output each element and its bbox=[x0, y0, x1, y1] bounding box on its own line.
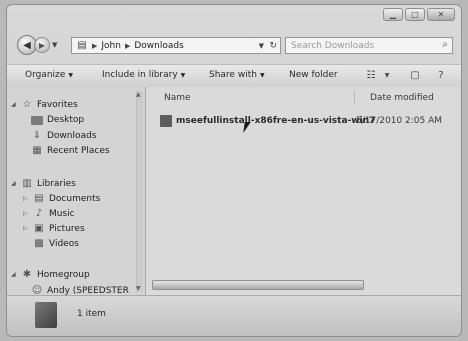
mouse-pointer-icon bbox=[243, 122, 251, 133]
nav-item-homegroup[interactable]: ◢ ✱ Homegroup bbox=[11, 269, 90, 280]
nav-label: Videos bbox=[49, 238, 79, 249]
nav-item-documents[interactable]: ▷ ▤ Documents bbox=[23, 193, 100, 204]
minimize-button[interactable]: ▁ bbox=[383, 8, 403, 21]
organize-button[interactable]: Organize ▼ bbox=[25, 70, 73, 80]
downloads-icon: ⇓ bbox=[32, 129, 42, 141]
share-with-button[interactable]: Share with ▼ bbox=[209, 70, 265, 80]
chevron-down-icon: ▼ bbox=[259, 72, 265, 79]
nav-label: Music bbox=[49, 208, 75, 219]
collapse-arrow-icon[interactable]: ◢ bbox=[11, 180, 17, 187]
breadcrumb-separator-icon[interactable]: ▶ bbox=[92, 42, 97, 50]
videos-icon: ▩ bbox=[34, 237, 44, 249]
nav-label: Recent Places bbox=[47, 145, 110, 156]
include-in-library-button[interactable]: Include in library ▼ bbox=[102, 70, 185, 80]
chevron-down-icon: ▼ bbox=[68, 72, 73, 79]
organize-label: Organize bbox=[25, 70, 66, 80]
nav-label: Documents bbox=[49, 193, 101, 204]
nav-label: Downloads bbox=[47, 130, 97, 141]
libraries-icon: ▥ bbox=[22, 177, 32, 189]
share-with-label: Share with bbox=[209, 70, 257, 80]
search-icon[interactable]: ⌕ bbox=[442, 39, 448, 50]
command-bar: Organize ▼ Include in library ▼ Share with… bbox=[7, 64, 461, 88]
details-pane: 1 item bbox=[7, 295, 461, 336]
recent-pages-dropdown-icon[interactable]: ▼ bbox=[52, 41, 57, 49]
nav-label: Homegroup bbox=[37, 269, 90, 280]
breadcrumb-separator-icon[interactable]: ▶ bbox=[125, 42, 130, 50]
folder-icon: ▤ bbox=[77, 39, 87, 51]
nav-item-music[interactable]: ▷ ♪ Music bbox=[23, 208, 75, 219]
search-placeholder: Search Downloads bbox=[291, 40, 375, 51]
address-row: ◀ ▶ ▼ ▤ ▶ John ▶ Downloads ▼ ↻ Search Do… bbox=[15, 35, 453, 57]
window-controls: ▁ □ ✕ bbox=[383, 8, 455, 21]
item-count: 1 item bbox=[77, 309, 106, 319]
refresh-icon[interactable]: ↻ bbox=[269, 41, 277, 51]
nav-item-desktop[interactable]: Desktop bbox=[31, 115, 84, 125]
music-icon: ♪ bbox=[35, 207, 43, 219]
star-icon: ☆ bbox=[22, 98, 32, 110]
close-button[interactable]: ✕ bbox=[427, 8, 455, 21]
pictures-icon: ▣ bbox=[34, 222, 44, 234]
explorer-window: ▁ □ ✕ ◀ ▶ ▼ ▤ ▶ John ▶ Downloads ▼ ↻ Sea… bbox=[6, 4, 462, 337]
nav-scrollbar[interactable]: ▲ ▼ bbox=[136, 91, 143, 292]
collapse-arrow-icon[interactable]: ◢ bbox=[11, 271, 17, 278]
expand-arrow-icon[interactable]: ▷ bbox=[23, 210, 29, 217]
documents-icon: ▤ bbox=[34, 192, 44, 204]
column-header-name[interactable]: Name bbox=[164, 93, 191, 103]
breadcrumb[interactable]: ▤ ▶ John ▶ Downloads ▼ ↻ bbox=[71, 37, 281, 54]
new-folder-label: New folder bbox=[289, 70, 338, 80]
file-thumbnail-icon bbox=[35, 302, 57, 328]
search-input[interactable]: Search Downloads ⌕ bbox=[285, 37, 453, 54]
new-folder-button[interactable]: New folder bbox=[289, 70, 338, 80]
scroll-up-icon[interactable]: ▲ bbox=[136, 91, 141, 98]
nav-item-pictures[interactable]: ▷ ▣ Pictures bbox=[23, 223, 85, 234]
navigation-pane: ◢ ☆ Favorites Desktop ⇓ Downloads ▦ Rece… bbox=[7, 87, 146, 296]
breadcrumb-item-john[interactable]: John bbox=[101, 41, 121, 51]
nav-label: Libraries bbox=[37, 178, 76, 189]
include-in-library-label: Include in library bbox=[102, 70, 178, 80]
file-name: mseefullinstall-x86fre-en-us-vista-win7 bbox=[176, 116, 376, 126]
file-list: Name Date modified mseefullinstall-x86fr… bbox=[146, 87, 461, 296]
nav-item-videos[interactable]: ▩ Videos bbox=[23, 238, 79, 249]
nav-label: Andy (SPEEDSTER bbox=[47, 285, 129, 296]
nav-label: Desktop bbox=[47, 115, 85, 125]
nav-buttons: ◀ ▶ ▼ bbox=[17, 35, 57, 55]
nav-label: Pictures bbox=[49, 223, 85, 234]
installer-file-icon bbox=[160, 115, 172, 127]
scroll-down-icon[interactable]: ▼ bbox=[136, 285, 141, 292]
view-options-icon[interactable]: ☷ bbox=[363, 69, 379, 82]
breadcrumb-item-downloads[interactable]: Downloads bbox=[134, 41, 183, 51]
nav-item-libraries[interactable]: ◢ ▥ Libraries bbox=[11, 178, 76, 189]
chevron-down-icon: ▼ bbox=[180, 72, 186, 79]
column-divider[interactable] bbox=[354, 91, 355, 105]
nav-item-downloads[interactable]: ⇓ Downloads bbox=[31, 129, 97, 141]
forward-button[interactable]: ▶ bbox=[34, 37, 50, 53]
preview-pane-icon[interactable]: ▢ bbox=[407, 69, 423, 82]
nav-label: Favorites bbox=[37, 99, 78, 110]
nav-item-recent-places[interactable]: ▦ Recent Places bbox=[31, 144, 110, 156]
expand-arrow-icon[interactable]: ▷ bbox=[23, 195, 29, 202]
desktop-icon bbox=[31, 115, 43, 125]
help-icon[interactable]: ? bbox=[433, 69, 449, 82]
homegroup-icon: ✱ bbox=[22, 268, 32, 280]
back-arrow-icon: ◀ bbox=[23, 39, 31, 51]
column-header-date-modified[interactable]: Date modified bbox=[370, 93, 434, 103]
maximize-button[interactable]: □ bbox=[405, 8, 425, 21]
file-date-modified: 5/17/2010 2:05 AM bbox=[356, 116, 443, 126]
collapse-arrow-icon[interactable]: ◢ bbox=[11, 101, 17, 108]
nav-item-favorites[interactable]: ◢ ☆ Favorites bbox=[11, 99, 78, 110]
address-dropdown-icon[interactable]: ▼ bbox=[259, 42, 264, 50]
chevron-down-icon[interactable]: ▼ bbox=[379, 69, 395, 82]
forward-arrow-icon: ▶ bbox=[38, 40, 46, 50]
file-row[interactable]: mseefullinstall-x86fre-en-us-vista-win7 … bbox=[160, 113, 453, 129]
recent-places-icon: ▦ bbox=[32, 144, 42, 156]
horizontal-scrollbar[interactable] bbox=[152, 280, 364, 290]
expand-arrow-icon[interactable]: ▷ bbox=[23, 225, 29, 232]
